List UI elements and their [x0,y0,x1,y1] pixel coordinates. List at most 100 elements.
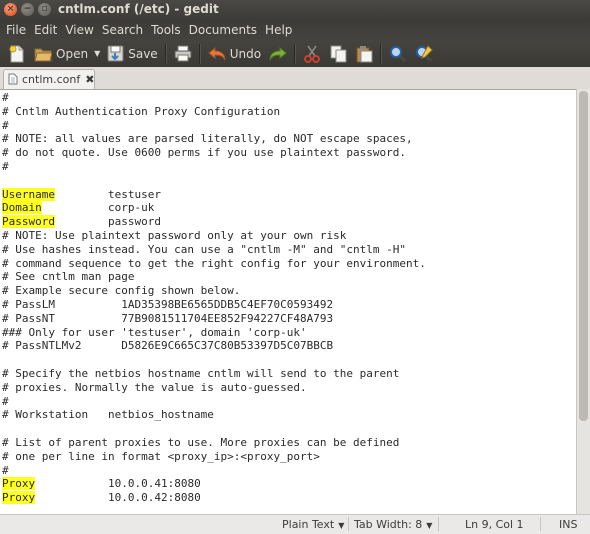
language-label: Plain Text [282,518,335,531]
editor-line[interactable]: # PassLM 1AD35398BE6565DDB5C4EF70C059349… [2,298,576,312]
dropdown-arrow-icon: ▼ [426,521,433,530]
tab-width-label: Tab Width: 8 [354,518,423,531]
save-icon [106,45,124,63]
paste-button[interactable] [351,42,377,66]
find-replace-button[interactable] [411,42,437,66]
save-button[interactable]: Save [102,42,161,66]
menu-search[interactable]: Search [98,20,147,40]
highlighted-key: Password [2,215,55,229]
window-close-button[interactable]: × [4,3,17,16]
status-separator [348,517,349,531]
vertical-scrollbar[interactable] [576,89,590,514]
editor-line[interactable]: Domain corp-uk [2,201,576,215]
editor-area[interactable]: # # Cntlm Authentication Proxy Configurat… [0,89,590,514]
title-bar: × − ▫ cntlm.conf (/etc) - gedit [0,0,590,20]
menu-tools[interactable]: Tools [147,20,185,40]
editor-line[interactable]: # NOTE: Use plaintext password only at y… [2,229,576,243]
line-value: corp-uk [41,201,155,215]
line-value: 10.0.0.41:8080 [35,477,201,491]
editor-line[interactable]: Password password [2,215,576,229]
print-icon [174,45,192,63]
editor-line[interactable] [2,174,576,188]
text-editor[interactable]: # # Cntlm Authentication Proxy Configurat… [2,91,576,511]
cursor-position: Ln 9, Col 1 [465,518,524,531]
editor-line[interactable]: # [2,160,576,174]
highlighted-key: Proxy [2,477,36,491]
scrollbar-thumb[interactable] [579,91,588,421]
cut-button[interactable] [299,42,325,66]
toolbar-separator [164,43,167,64]
window-maximize-button[interactable]: ▫ [38,3,51,16]
editor-line[interactable]: # do not quote. Use 0600 perms if you us… [2,146,576,160]
menu-documents[interactable]: Documents [185,20,261,40]
tab-close-icon[interactable]: ✖ [85,73,94,86]
line-value: 10.0.0.42:8080 [35,491,201,505]
editor-line[interactable]: # command sequence to get the right conf… [2,257,576,271]
toolbar-separator [380,43,383,64]
minimize-icon: − [23,4,32,14]
editor-line[interactable]: # proxies. Normally the value is auto-gu… [2,381,576,395]
editor-line[interactable]: # See cntlm man page [2,270,576,284]
undo-button[interactable]: Undo [204,42,265,66]
editor-line[interactable]: # Workstation netbios_hostname [2,408,576,422]
window-minimize-button[interactable]: − [21,3,34,16]
status-separator [540,517,541,531]
editor-line[interactable]: Proxy 10.0.0.41:8080 [2,477,576,491]
editor-line[interactable]: # NOTE: all values are parsed literally,… [2,132,576,146]
cut-icon [303,45,321,63]
open-button[interactable]: Open [30,42,92,66]
line-value: password [54,215,161,229]
language-selector[interactable]: Plain Text ▼ [282,518,344,531]
print-button[interactable] [170,42,196,66]
editor-line[interactable] [2,353,576,367]
editor-line[interactable]: # [2,91,576,105]
status-separator [438,517,439,531]
window-title: cntlm.conf (/etc) - gedit [58,2,219,16]
open-dropdown-icon: ▼ [94,49,101,58]
editor-line[interactable]: # [2,464,576,478]
copy-button[interactable] [325,42,351,66]
editor-line[interactable]: # List of parent proxies to use. More pr… [2,436,576,450]
redo-icon [269,45,287,63]
editor-line[interactable]: # Cntlm Authentication Proxy Configurati… [2,105,576,119]
new-document-icon [8,45,26,63]
toolbar: Open ▼ Save Undo [0,40,590,67]
status-bar: Plain Text ▼ Tab Width: 8 ▼ Ln 9, Col 1 IN… [0,514,590,534]
find-button[interactable] [385,42,411,66]
editor-line[interactable]: # Specify the netbios hostname cntlm wil… [2,367,576,381]
editor-line[interactable]: # PassNTLMv2 D5826E9C665C37C80B53397D5C0… [2,339,576,353]
window-controls: × − ▫ [4,3,51,16]
redo-button[interactable] [265,42,291,66]
highlighted-key: Username [2,187,55,201]
editor-line[interactable]: # [2,119,576,133]
insert-mode: INS [559,518,578,531]
open-folder-icon [34,45,52,63]
editor-line[interactable]: # Example secure config shown below. [2,284,576,298]
open-dropdown-button[interactable]: ▼ [92,42,102,66]
menu-edit[interactable]: Edit [30,20,61,40]
editor-line[interactable]: # Use hashes instead. You can use a "cnt… [2,243,576,257]
find-icon [389,45,407,63]
new-document-button[interactable] [4,42,30,66]
highlighted-key: Domain [2,201,42,215]
undo-label: Undo [229,46,262,61]
copy-icon [329,45,347,63]
tab-width-selector[interactable]: Tab Width: 8 ▼ [354,518,432,531]
text-document-icon [8,70,18,89]
editor-line[interactable]: # one per line in format <proxy_ip>:<pro… [2,450,576,464]
menu-help[interactable]: Help [261,20,296,40]
editor-line[interactable]: ### Only for user 'testuser', domain 'co… [2,326,576,340]
editor-line[interactable]: Username testuser [2,187,576,202]
editor-line[interactable]: # [2,395,576,409]
open-label: Open [56,46,89,61]
editor-line[interactable]: # PassNT 77B9081511704EE852F94227CF48A79… [2,312,576,326]
menu-bar: File Edit View Search Tools Documents He… [0,20,590,40]
dropdown-arrow-icon: ▼ [338,521,345,530]
paste-icon [355,45,373,63]
menu-view[interactable]: View [61,20,97,40]
editor-line[interactable] [2,422,576,436]
tab-cntlm-conf[interactable]: cntlm.conf ✖ [3,69,95,89]
menu-file[interactable]: File [2,20,30,40]
line-value: testuser [54,187,161,201]
editor-line[interactable]: Proxy 10.0.0.42:8080 [2,491,576,505]
